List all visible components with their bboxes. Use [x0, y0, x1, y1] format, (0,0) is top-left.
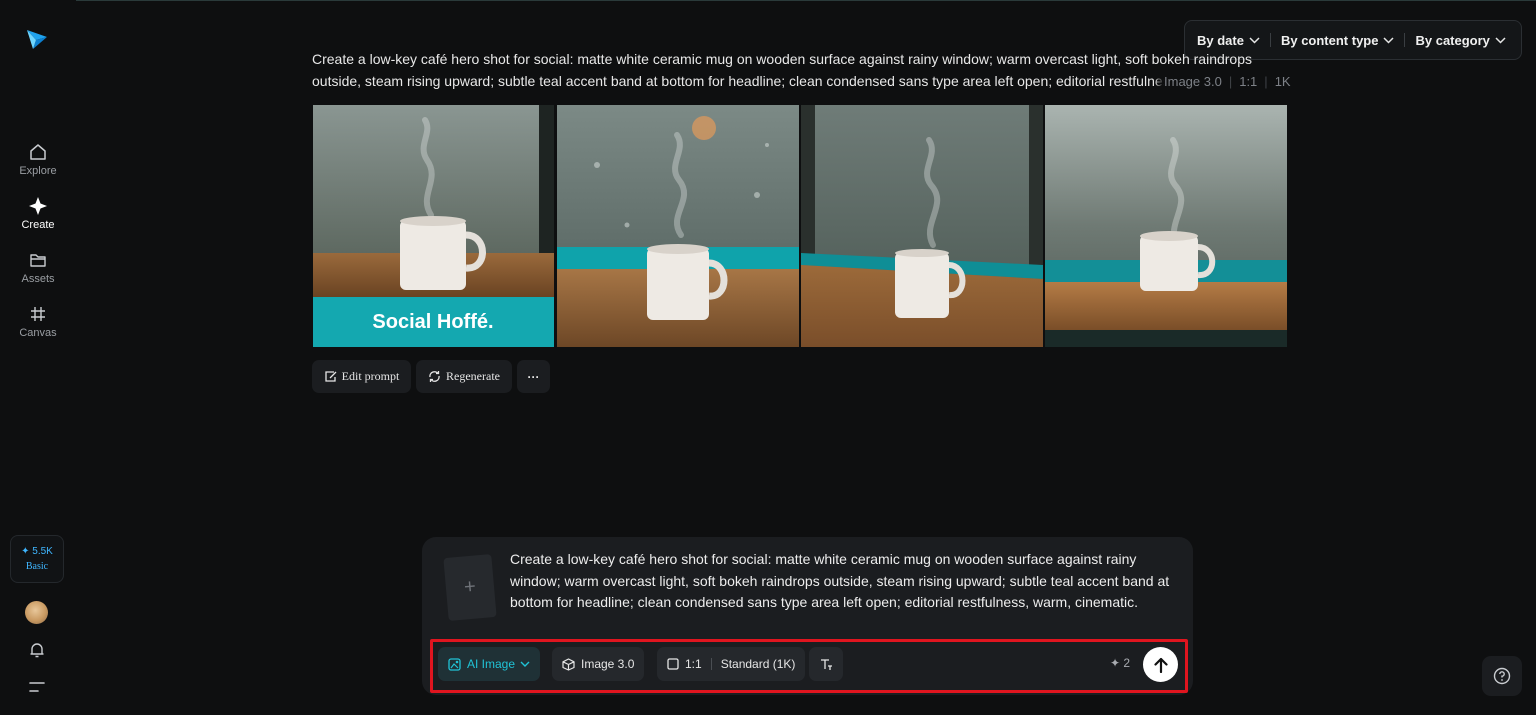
chevron-down-icon — [1383, 36, 1395, 44]
edit-icon — [325, 371, 337, 382]
bell-icon[interactable] — [28, 641, 46, 659]
generated-image-1[interactable]: Social Hoffé. — [313, 105, 554, 347]
top-border — [0, 0, 1536, 1]
sidebar-item-create[interactable]: Create — [0, 196, 76, 231]
meta-ratio: 1:1 — [1239, 73, 1258, 89]
sidebar: Explore Create Assets Canvas ✦ 5.5K Basi… — [0, 0, 76, 715]
sidebar-item-assets[interactable]: Assets — [0, 250, 76, 285]
filter-divider — [1404, 33, 1406, 47]
plus-icon: + — [463, 575, 477, 599]
toolbar-highlight — [430, 639, 1188, 693]
logo-icon[interactable] — [24, 26, 50, 52]
folder-icon — [30, 254, 46, 267]
prompt-input[interactable]: Create a low-key café hero shot for soci… — [510, 549, 1180, 614]
filter-label: By date — [1197, 32, 1244, 48]
meta-resolution: 1K — [1274, 73, 1291, 89]
meta-model: Image 3.0 — [1164, 73, 1222, 89]
filter-divider — [1269, 33, 1271, 47]
filter-by-date[interactable]: By date — [1197, 33, 1260, 48]
sidebar-item-canvas[interactable]: Canvas — [0, 304, 76, 339]
generated-image-2[interactable] — [557, 105, 799, 347]
sidebar-item-explore[interactable]: Explore — [0, 142, 76, 177]
plan-label: Basic — [25, 561, 49, 572]
filter-label: By content type — [1280, 32, 1379, 48]
refresh-icon — [429, 371, 440, 382]
generated-image-3[interactable] — [801, 105, 1043, 347]
sidebar-item-label: Explore — [19, 165, 57, 177]
chevron-down-icon — [1495, 36, 1506, 44]
sidebar-item-label: Canvas — [19, 327, 57, 339]
more-options-button[interactable]: ··· — [517, 360, 550, 393]
generated-image-4[interactable] — [1045, 105, 1287, 347]
menu-icon[interactable] — [28, 680, 46, 694]
generation-meta: Image 3.0 | 1:1 | 1K — [1154, 70, 1291, 92]
generation-prompt: Create a low-key café hero shot for soci… — [312, 51, 1252, 89]
edit-prompt-label: Edit prompt — [341, 369, 400, 383]
credits-badge[interactable]: ✦ 5.5K Basic — [10, 535, 64, 583]
filter-by-category[interactable]: By category — [1415, 32, 1506, 48]
filter-label: By category — [1415, 32, 1490, 48]
more-icon: ··· — [527, 369, 540, 384]
regenerate-label: Regenerate — [446, 369, 500, 383]
sparkle-icon — [29, 197, 47, 215]
regenerate-button[interactable]: Regenerate — [416, 360, 512, 393]
help-button[interactable] — [1482, 656, 1522, 696]
add-reference-button[interactable]: + — [443, 554, 497, 621]
home-icon — [30, 144, 46, 160]
credits-amount: ✦ 5.5K — [21, 546, 53, 557]
filter-by-content-type[interactable]: By content type — [1281, 33, 1395, 48]
chevron-down-icon — [1249, 36, 1260, 44]
avatar[interactable] — [25, 601, 48, 624]
grid-icon — [31, 307, 45, 321]
sidebar-item-label: Create — [21, 219, 55, 231]
help-icon — [1493, 667, 1511, 685]
sidebar-item-label: Assets — [21, 273, 55, 285]
image-banner-text: Social Hoffé. — [372, 311, 493, 333]
edit-prompt-button[interactable]: Edit prompt — [312, 360, 411, 393]
